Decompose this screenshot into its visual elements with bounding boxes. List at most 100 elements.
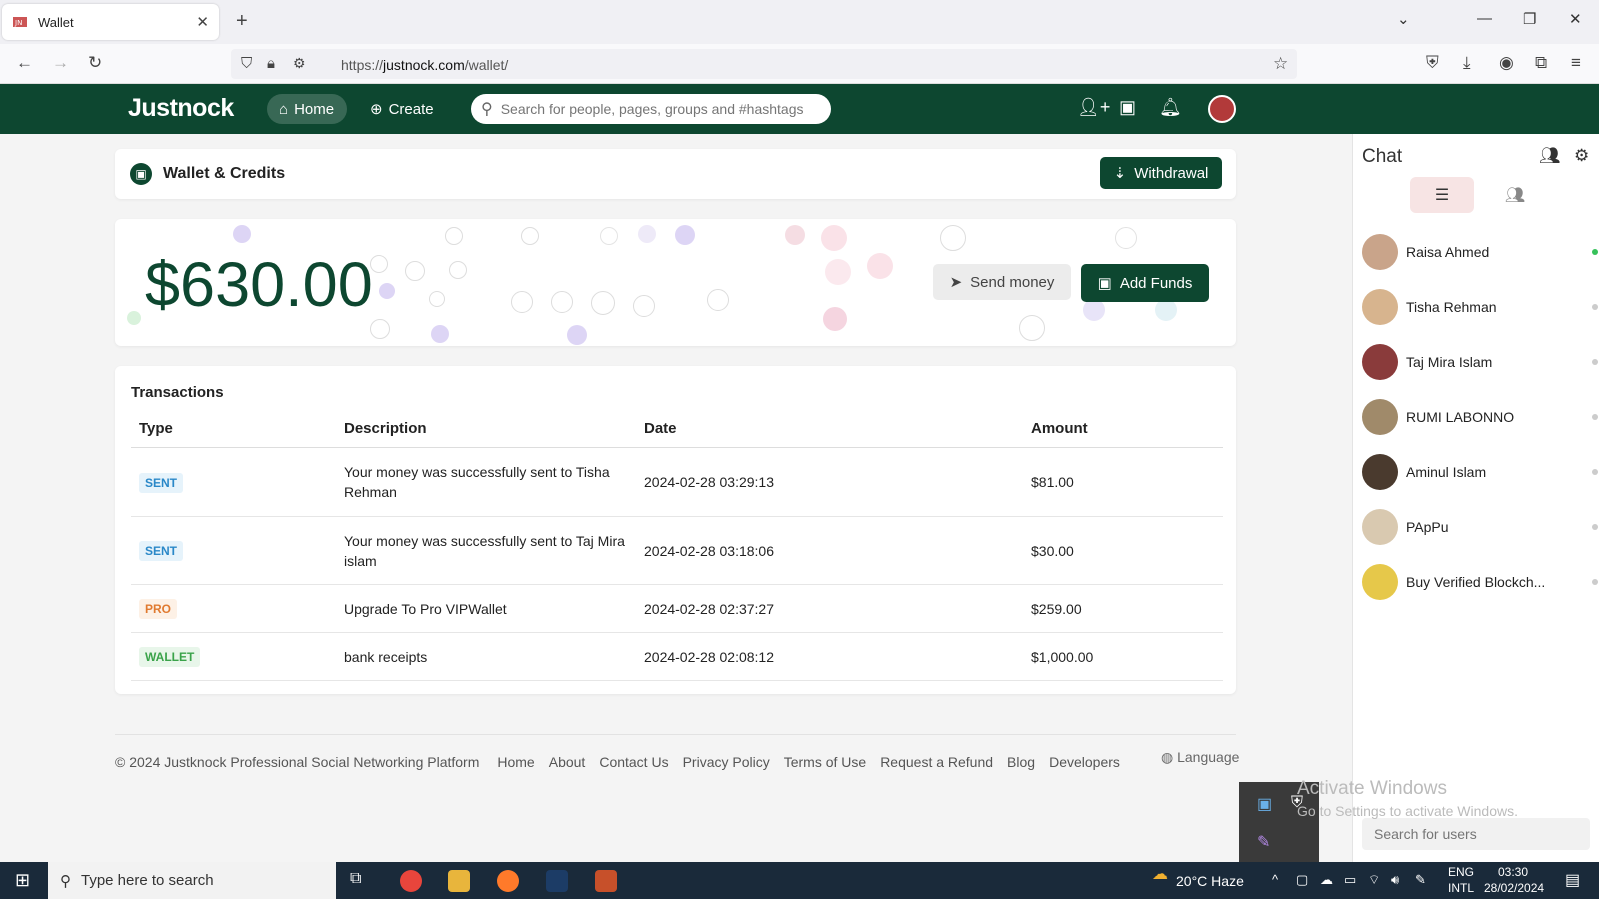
- footer-copyright: © 2024 Justknock Professional Social Net…: [115, 754, 480, 770]
- chat-user-search-input[interactable]: [1362, 818, 1590, 850]
- permissions-icon[interactable]: ⚙: [293, 55, 306, 72]
- home-nav-button[interactable]: ⌂ Home: [267, 94, 347, 124]
- chat-contact[interactable]: PApPu: [1362, 507, 1598, 547]
- notifications-bell-icon[interactable]: 🔔︎: [1159, 97, 1182, 118]
- footer-link-privacy[interactable]: Privacy Policy: [683, 754, 770, 770]
- create-label: Create: [388, 100, 434, 118]
- extensions-icon[interactable]: ⧉: [1535, 53, 1547, 73]
- footer-link-terms[interactable]: Terms of Use: [784, 754, 866, 770]
- tab-groups[interactable]: 👥︎: [1483, 177, 1547, 213]
- download-icon[interactable]: ⤓: [1463, 53, 1471, 73]
- add-friend-icon[interactable]: 👤︎+: [1077, 97, 1110, 118]
- column-header-amount: Amount: [1023, 410, 1223, 448]
- decor-bubble: [675, 225, 695, 245]
- type-cell: SENT: [131, 516, 336, 585]
- tray-chevron-icon[interactable]: ^: [1272, 872, 1278, 887]
- clock-date[interactable]: 28/02/2024: [1484, 881, 1544, 895]
- chat-contact[interactable]: Buy Verified Blockch...: [1362, 562, 1598, 602]
- decor-bubble: [511, 291, 533, 313]
- clock-time[interactable]: 03:30: [1498, 865, 1528, 879]
- contact-name: Tisha Rehman: [1406, 299, 1497, 315]
- account-icon[interactable]: ◉: [1499, 53, 1514, 73]
- user-avatar[interactable]: [1208, 95, 1236, 123]
- decor-bubble: [551, 291, 573, 313]
- tab-contacts[interactable]: ☰: [1410, 177, 1474, 213]
- windows-start-icon[interactable]: ⊞: [15, 870, 30, 891]
- footer-link-refund[interactable]: Request a Refund: [880, 754, 993, 770]
- site-search-input[interactable]: [500, 101, 821, 117]
- chrome-icon[interactable]: [400, 870, 422, 892]
- column-header-date: Date: [636, 410, 1023, 448]
- footer-link-developers[interactable]: Developers: [1049, 754, 1120, 770]
- pocket-icon[interactable]: ⛨: [1426, 53, 1439, 73]
- page-title: Wallet & Credits: [163, 165, 286, 182]
- create-nav-button[interactable]: ⊕ Create: [370, 94, 434, 124]
- group-add-icon[interactable]: 👥︎: [1539, 146, 1561, 166]
- add-funds-label: Add Funds: [1119, 274, 1193, 292]
- language-selector[interactable]: ◍ Language: [1161, 749, 1239, 766]
- file-explorer-icon[interactable]: [448, 870, 470, 892]
- battery-icon[interactable]: ▭: [1344, 872, 1356, 888]
- decor-bubble: [600, 227, 618, 245]
- browser-tab-bar: JN Wallet ✕ + ⌄ — ❐ ✕: [0, 0, 1599, 44]
- add-funds-button[interactable]: ▣ Add Funds: [1081, 264, 1209, 302]
- plus-circle-icon: ⊕: [370, 101, 383, 118]
- wifi-icon[interactable]: ⌔: [1368, 872, 1380, 888]
- tray-pen-icon[interactable]: ✎: [1257, 832, 1270, 852]
- chat-contact[interactable]: Taj Mira Islam: [1362, 342, 1598, 382]
- tray-meet-icon[interactable]: ▢: [1296, 872, 1308, 888]
- address-bar[interactable]: ⛉ 🔒︎ ⚙ https://justnock.com/wallet/ ☆: [231, 49, 1297, 79]
- bookmark-star-icon[interactable]: ☆: [1273, 54, 1288, 74]
- input-language-line2[interactable]: INTL: [1448, 881, 1474, 895]
- footer-link-about[interactable]: About: [549, 754, 586, 770]
- browser-tab[interactable]: JN Wallet ✕: [2, 4, 219, 40]
- send-money-button[interactable]: ➤ Send money: [933, 264, 1071, 300]
- firefox-icon[interactable]: [497, 870, 519, 892]
- date-cell: 2024-02-28 03:18:06: [636, 516, 1023, 585]
- volume-icon[interactable]: 🔊︎: [1391, 872, 1399, 888]
- window-close-icon[interactable]: ✕: [1569, 10, 1582, 28]
- decor-bubble: [785, 225, 805, 245]
- chat-contact[interactable]: Aminul Islam: [1362, 452, 1598, 492]
- messages-icon[interactable]: ▣: [1119, 97, 1136, 118]
- lock-icon[interactable]: 🔒︎: [267, 55, 275, 72]
- pen-icon[interactable]: ✎: [1415, 872, 1426, 888]
- input-language-line1[interactable]: ENG: [1448, 865, 1474, 879]
- weather-text[interactable]: 20°C Haze: [1176, 873, 1244, 889]
- svg-text:JN: JN: [14, 19, 22, 27]
- site-search[interactable]: ⚲: [471, 94, 831, 124]
- reload-icon[interactable]: ↻: [88, 53, 102, 73]
- site-logo[interactable]: Justnock: [128, 94, 234, 123]
- shield-icon[interactable]: ⛉: [241, 55, 252, 72]
- task-view-icon[interactable]: ⧉: [350, 870, 361, 888]
- footer-link-blog[interactable]: Blog: [1007, 754, 1035, 770]
- tab-close-icon[interactable]: ✕: [196, 13, 209, 31]
- footer-link-home[interactable]: Home: [497, 754, 534, 770]
- table-header-row: Type Description Date Amount: [131, 410, 1223, 448]
- menu-icon[interactable]: ≡: [1571, 53, 1581, 73]
- footer-link-contact[interactable]: Contact Us: [599, 754, 668, 770]
- contacts-list-icon: ☰: [1434, 187, 1450, 204]
- taskbar-search[interactable]: ⚲ Type here to search: [48, 862, 336, 899]
- tab-list-chevron-icon[interactable]: ⌄: [1397, 10, 1410, 28]
- back-icon[interactable]: ←: [16, 53, 33, 73]
- chat-contact[interactable]: Raisa Ahmed: [1362, 232, 1598, 272]
- new-tab-icon[interactable]: +: [236, 10, 248, 33]
- forward-icon[interactable]: →: [52, 53, 69, 73]
- chat-sidebar: Chat 👥︎ ⚙ ☰ 👥︎ Raisa Ahmed Tisha Rehman …: [1352, 134, 1599, 862]
- photoshop-icon[interactable]: [546, 870, 568, 892]
- pinned-app-icon[interactable]: [595, 870, 617, 892]
- settings-gear-icon[interactable]: ⚙: [1574, 146, 1589, 166]
- withdrawal-button[interactable]: ⇣ Withdrawal: [1100, 157, 1222, 189]
- tray-app-icon[interactable]: ▣: [1257, 794, 1272, 814]
- wallet-icon: ▣: [130, 163, 152, 185]
- transactions-title: Transactions: [131, 384, 224, 401]
- chat-contact[interactable]: RUMI LABONNO: [1362, 397, 1598, 437]
- decor-bubble: [633, 295, 655, 317]
- wallet-balance: $630.00: [145, 250, 373, 320]
- onedrive-icon[interactable]: ☁: [1320, 872, 1333, 888]
- minimize-icon[interactable]: —: [1477, 10, 1492, 27]
- notification-center-icon[interactable]: ▤: [1565, 870, 1580, 890]
- restore-icon[interactable]: ❐: [1523, 10, 1536, 28]
- chat-contact[interactable]: Tisha Rehman: [1362, 287, 1598, 327]
